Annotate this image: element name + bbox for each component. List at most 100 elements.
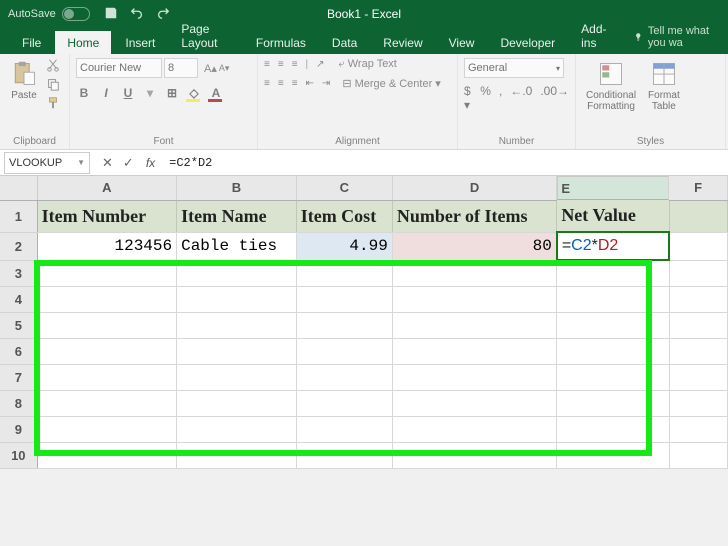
- row-header-4[interactable]: 4: [0, 286, 37, 312]
- row-header-8[interactable]: 8: [0, 390, 37, 416]
- format-table-icon: [650, 60, 678, 88]
- col-header-e[interactable]: E: [557, 176, 669, 200]
- align-center-icon[interactable]: ≡: [278, 78, 284, 89]
- cell-f1[interactable]: [669, 200, 727, 232]
- tab-developer[interactable]: Developer: [488, 31, 567, 54]
- cell-a2[interactable]: 123456: [37, 232, 176, 260]
- cell-d1[interactable]: Number of Items: [392, 200, 556, 232]
- row-header-2[interactable]: 2: [0, 232, 37, 260]
- cut-icon[interactable]: [46, 58, 60, 75]
- redo-icon[interactable]: [156, 6, 170, 23]
- cell-a1[interactable]: Item Number: [37, 200, 176, 232]
- border-button[interactable]: ⊞: [164, 86, 180, 100]
- chevron-down-icon[interactable]: ▼: [77, 158, 85, 167]
- number-format-select[interactable]: General▾: [464, 58, 564, 78]
- increase-indent-icon[interactable]: ⇥: [322, 78, 330, 89]
- undo-icon[interactable]: [130, 6, 144, 23]
- align-right-icon[interactable]: ≡: [292, 78, 298, 89]
- align-top-icon[interactable]: ≡: [264, 59, 270, 70]
- font-size-select[interactable]: 8: [164, 58, 198, 78]
- cell-f2[interactable]: [669, 232, 727, 260]
- col-header-b[interactable]: B: [177, 176, 297, 200]
- tell-me-label: Tell me what you wa: [648, 25, 718, 49]
- ribbon-tabs: File Home Insert Page Layout Formulas Da…: [0, 28, 728, 54]
- cell-b2[interactable]: Cable ties: [177, 232, 297, 260]
- format-painter-icon[interactable]: [46, 96, 60, 113]
- tab-formulas[interactable]: Formulas: [244, 31, 318, 54]
- increase-font-icon[interactable]: A▴: [204, 62, 217, 75]
- name-box[interactable]: VLOOKUP ▼: [4, 152, 90, 174]
- cell-d2[interactable]: 80: [392, 232, 556, 260]
- col-header-f[interactable]: F: [669, 176, 727, 200]
- tab-page-layout[interactable]: Page Layout: [169, 17, 242, 54]
- align-bottom-icon[interactable]: ≡: [292, 59, 298, 70]
- clipboard-group-label: Clipboard: [6, 134, 63, 147]
- percent-button[interactable]: %: [480, 84, 491, 112]
- cell-e2-active[interactable]: =C2*D2: [557, 232, 670, 260]
- copy-icon[interactable]: [46, 77, 60, 94]
- col-header-a[interactable]: A: [37, 176, 176, 200]
- save-icon[interactable]: [104, 6, 118, 23]
- paste-button[interactable]: Paste: [6, 58, 42, 103]
- bold-button[interactable]: B: [76, 86, 92, 100]
- decrease-decimal-icon[interactable]: .00→: [540, 84, 569, 112]
- styles-group-label: Styles: [582, 134, 719, 147]
- align-left-icon[interactable]: ≡: [264, 78, 270, 89]
- decrease-indent-icon[interactable]: ⇤: [306, 78, 314, 89]
- conditional-formatting-button[interactable]: Conditional Formatting: [582, 58, 640, 114]
- tab-data[interactable]: Data: [320, 31, 369, 54]
- tell-me-search[interactable]: Tell me what you wa: [624, 20, 728, 54]
- row-header-5[interactable]: 5: [0, 312, 37, 338]
- cell-c1[interactable]: Item Cost: [296, 200, 392, 232]
- row-header-9[interactable]: 9: [0, 416, 37, 442]
- formula-bar: VLOOKUP ▼ ✕ ✓ fx =C2*D2: [0, 150, 728, 176]
- orientation-icon[interactable]: ↗: [316, 59, 324, 70]
- font-name-select[interactable]: Courier New: [76, 58, 162, 78]
- autosave-toggle[interactable]: AutoSave: [8, 7, 90, 21]
- fill-color-button[interactable]: ◇: [186, 86, 202, 100]
- spreadsheet-grid[interactable]: A B C D E F 1 Item Number Item Name Item…: [0, 176, 728, 469]
- font-color-button[interactable]: A: [208, 86, 224, 100]
- italic-button[interactable]: I: [98, 86, 114, 100]
- tab-add-ins[interactable]: Add-ins: [569, 17, 622, 54]
- select-all-corner[interactable]: [0, 176, 37, 200]
- comma-button[interactable]: ,: [499, 84, 502, 112]
- cell-b1[interactable]: Item Name: [177, 200, 297, 232]
- paste-label: Paste: [11, 90, 37, 101]
- tab-insert[interactable]: Insert: [113, 31, 167, 54]
- name-box-value: VLOOKUP: [9, 157, 62, 169]
- cell-c2[interactable]: 4.99: [296, 232, 392, 260]
- autosave-label: AutoSave: [8, 8, 56, 20]
- row-header-3[interactable]: 3: [0, 260, 37, 286]
- fx-icon[interactable]: fx: [146, 156, 163, 170]
- row-header-1[interactable]: 1: [0, 200, 37, 232]
- ribbon: Paste Clipboard Courier New 8 A▴ A▾ B I …: [0, 54, 728, 150]
- currency-button[interactable]: $ ▾: [464, 84, 472, 112]
- autosave-switch[interactable]: [62, 7, 90, 21]
- number-group-label: Number: [464, 134, 569, 147]
- row-header-6[interactable]: 6: [0, 338, 37, 364]
- wrap-text-button[interactable]: ⤶ Wrap Text: [339, 58, 397, 71]
- enter-formula-icon[interactable]: ✓: [123, 155, 134, 171]
- row-header-7[interactable]: 7: [0, 364, 37, 390]
- cell-e1[interactable]: Net Value: [557, 200, 670, 232]
- increase-decimal-icon[interactable]: ←.0: [510, 84, 532, 112]
- col-header-c[interactable]: C: [296, 176, 392, 200]
- cancel-formula-icon[interactable]: ✕: [102, 155, 113, 171]
- font-group-label: Font: [76, 134, 251, 147]
- merge-center-button[interactable]: ⊟ Merge & Center ▾: [342, 77, 441, 90]
- decrease-font-icon[interactable]: A▾: [219, 63, 230, 74]
- underline-button[interactable]: U: [120, 86, 136, 100]
- tab-home[interactable]: Home: [55, 31, 111, 54]
- row-header-10[interactable]: 10: [0, 442, 37, 468]
- tab-view[interactable]: View: [437, 31, 487, 54]
- align-middle-icon[interactable]: ≡: [278, 59, 284, 70]
- alignment-group-label: Alignment: [264, 134, 451, 147]
- col-header-d[interactable]: D: [392, 176, 556, 200]
- tab-review[interactable]: Review: [371, 31, 434, 54]
- formula-input[interactable]: =C2*D2: [163, 156, 728, 170]
- format-as-table-button[interactable]: Format Table: [644, 58, 684, 114]
- tab-file[interactable]: File: [10, 31, 53, 54]
- paste-icon: [10, 60, 38, 88]
- lightbulb-icon: [634, 31, 642, 43]
